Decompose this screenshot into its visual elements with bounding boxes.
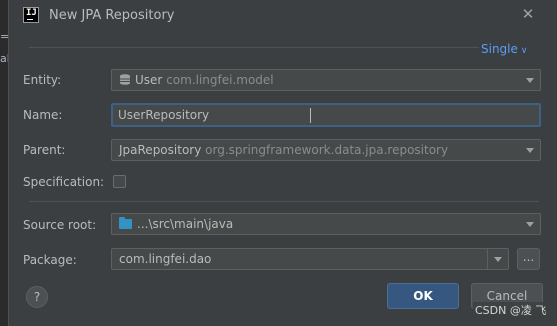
folder-icon	[119, 217, 132, 229]
source-root-label: Source root:	[23, 218, 97, 232]
dropdown-arrow-icon	[526, 222, 534, 227]
dropdown-arrow-icon	[526, 148, 534, 153]
entity-package: com.lingfei.model	[166, 73, 274, 87]
background-window-edge: = ab	[0, 0, 14, 326]
dropdown-arrow-icon	[526, 78, 534, 83]
combo-divider	[487, 249, 488, 269]
dialog-title: New JPA Repository	[49, 8, 175, 23]
watermark: CSDN @凌 飞	[473, 302, 549, 318]
help-button[interactable]: ?	[26, 286, 48, 308]
entity-value: User	[135, 73, 163, 87]
title-bar: IJ New JPA Repository ✕	[9, 0, 557, 32]
package-label: Package:	[23, 253, 77, 267]
ok-button[interactable]: OK	[387, 283, 459, 309]
parent-package: org.springframework.data.jpa.repository	[205, 143, 449, 157]
name-field[interactable]	[111, 103, 541, 127]
mode-label: Single	[481, 42, 518, 56]
parent-label: Parent:	[23, 143, 66, 157]
package-select[interactable]: com.lingfei.dao	[111, 248, 509, 270]
close-icon[interactable]: ✕	[519, 5, 537, 23]
dropdown-arrow-icon	[494, 257, 502, 262]
source-root-select[interactable]: ...\src\main\java	[111, 213, 541, 235]
chevron-down-icon: ∨	[520, 46, 528, 56]
text-caret	[310, 108, 311, 123]
specification-checkbox[interactable]	[113, 175, 126, 188]
new-jpa-repository-dialog: IJ New JPA Repository ✕ Single ∨ Entity: …	[8, 0, 557, 326]
specification-label: Specification:	[23, 175, 105, 189]
parent-select[interactable]: JpaRepository org.springframework.data.j…	[111, 139, 541, 161]
header-divider	[29, 47, 479, 48]
name-label: Name:	[23, 108, 63, 122]
package-value: com.lingfei.dao	[119, 252, 212, 266]
database-icon	[120, 74, 130, 85]
entity-label: Entity:	[23, 73, 62, 87]
section-divider	[29, 201, 539, 202]
name-input[interactable]	[113, 105, 539, 125]
source-root-value: ...\src\main\java	[137, 217, 234, 231]
entity-select[interactable]: User com.lingfei.model	[111, 69, 541, 91]
browse-package-button[interactable]: ...	[517, 248, 540, 270]
parent-value: JpaRepository	[119, 143, 202, 157]
intellij-icon: IJ	[23, 7, 39, 23]
mode-selector[interactable]: Single ∨	[481, 42, 527, 56]
